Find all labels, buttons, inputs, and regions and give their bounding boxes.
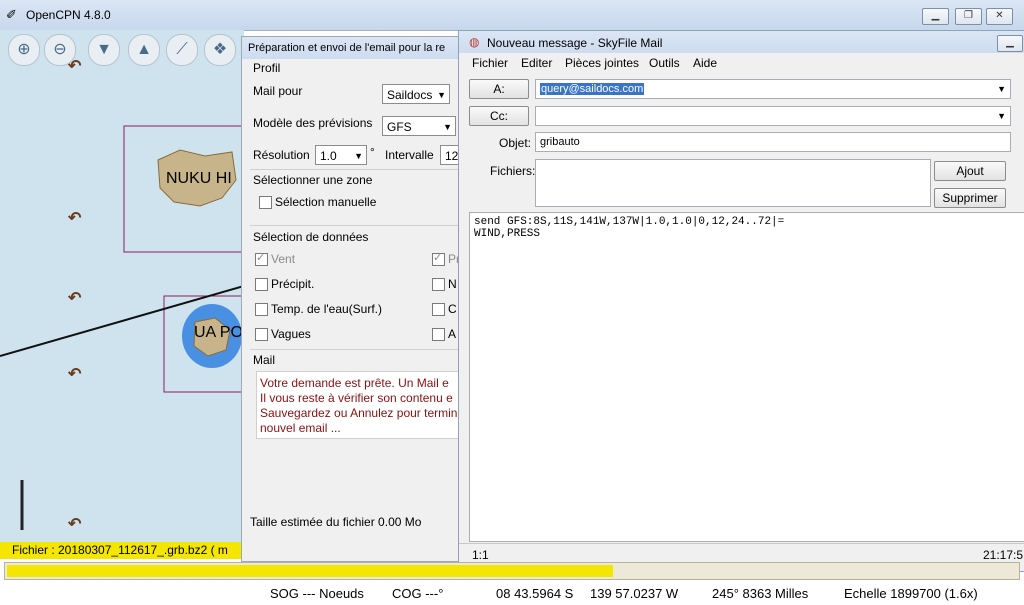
attachments-list[interactable] [535,159,931,207]
model-label: Modèle des prévisions [253,116,373,130]
wind-arrow-icon: ↶ [68,58,82,75]
sea-temp-checkbox[interactable] [255,303,268,316]
skyfile-window: ◍ Nouveau message - SkyFile Mail ▁ Fichi… [458,30,1024,572]
grib-file-label: Fichier : 20180307_112617_.grb.bz2 ( m [12,543,228,557]
map-label-nuku: NUKU HI [166,170,232,187]
data-section-label: Sélection de données [253,230,369,244]
manual-selection-label: Sélection manuelle [275,195,377,209]
grib-request-dialog: Préparation et envoi de l'email pour la … [241,36,463,562]
cc-field[interactable]: ▼ [535,106,1011,126]
dialog-title: Préparation et envoi de l'email pour la … [248,42,446,54]
precip-checkbox[interactable] [255,278,268,291]
data-checkbox-a[interactable] [432,328,445,341]
manual-selection-checkbox[interactable] [259,196,272,209]
skyfile-globe-icon: ◍ [469,35,480,49]
bearing-distance-readout: 245° 8363 Milles [712,586,809,601]
file-size-label: Taille estimée du fichier 0.00 Mo [250,515,422,529]
data-label-a: A [448,327,457,341]
cog-readout: COG ---° [392,586,444,601]
cursor-position: 1:1 [472,548,489,562]
separator [250,225,462,226]
menu-outils[interactable]: Outils [649,56,680,70]
skyfile-title: Nouveau message - SkyFile Mail [487,36,663,50]
resolution-label: Résolution [253,148,310,162]
files-label: Fichiers: [490,164,536,178]
separator [250,169,462,170]
mail-message-line: Votre demande est prête. Un Mail e [260,376,449,390]
message-body[interactable]: send GFS:8S,11S,141W,137W|1.0,1.0|0,12,2… [469,212,1024,542]
zone-section-label: Sélectionner une zone [253,173,373,187]
sog-readout: SOG --- Noeuds [270,586,364,601]
close-button[interactable]: ✕ [986,8,1013,25]
main-window-title: OpenCPN 4.8.0 [26,8,111,22]
wind-checkbox[interactable] [255,251,268,266]
data-checkbox-c[interactable] [432,303,445,316]
skyfile-minimize-button[interactable]: ▁ [997,35,1023,52]
clock-label: 21:17:5 [983,548,1024,562]
sea-temp-label: Temp. de l'eau(Surf.) [271,302,383,316]
menu-editer[interactable]: Editer [521,56,552,70]
minimize-button[interactable]: ▁ [922,8,949,25]
waves-checkbox[interactable] [255,328,268,341]
latitude-readout: 08 43.5964 S [496,586,574,601]
separator [250,349,462,350]
skyfile-titlebar: ◍ Nouveau message - SkyFile Mail ▁ [459,31,1024,53]
chart-canvas[interactable]: ⊕ ⊖ ▼ ▲ ⟋ ❖ ↶ ↶ ↶ ↶ ↶ NUKU HI UA PO [0,30,244,542]
wind-arrow-icon: ↶ [68,290,82,307]
chevron-down-icon: ▼ [997,84,1006,94]
subject-label: Objet: [499,136,532,150]
wind-arrow-icon: ↶ [68,516,82,533]
data-checkbox-n[interactable] [432,278,445,291]
to-field[interactable]: query@saildocs.com ▼ [535,79,1011,99]
mail-message-line: nouvel email ... [260,421,341,435]
mail-message-line: Sauvegardez ou Annulez pour termin [260,406,458,420]
chevron-down-icon: ▼ [997,111,1006,121]
maximize-button[interactable]: ❐ [955,8,982,25]
menu-aide[interactable]: Aide [693,56,717,70]
cc-button[interactable]: Cc: [469,106,529,126]
subject-field-value: gribauto [540,136,580,148]
chart-drawing [0,125,244,530]
resolution-unit: ° [370,145,375,159]
model-select[interactable]: GFS ▼ [382,116,456,136]
main-titlebar: ✐ OpenCPN 4.8.0 ▁ ❐ ✕ [0,0,1024,31]
menu-fichier[interactable]: Fichier [472,56,508,70]
interval-label: Intervalle [385,148,434,162]
longitude-readout: 139 57.0237 W [590,586,679,601]
to-button[interactable]: A: [469,79,529,99]
opencpn-app-icon: ✐ [6,7,17,22]
mail-message-box: Votre demande est prête. Un Mail e Il vo… [256,371,462,439]
add-attachment-button[interactable]: Ajout [934,161,1006,181]
wind-arrow-icon: ↶ [68,210,82,227]
grib-file-bar: Fichier : 20180307_112617_.grb.bz2 ( m [0,542,244,559]
mail-section-label: Mail [253,353,276,367]
message-body-line: send GFS:8S,11S,141W,137W|1.0,1.0|0,12,2… [474,216,785,228]
progress-fill [7,565,613,577]
wind-arrow-icon: ↶ [68,366,82,383]
chevron-down-icon: ▼ [437,90,446,100]
menu-pieces-jointes[interactable]: Pièces jointes [565,56,639,70]
message-body-line: WIND,PRESS [474,228,541,240]
map-label-uapou: UA PO [194,324,243,341]
data-label-n: N [448,277,457,291]
pressure-checkbox[interactable] [432,251,445,266]
mail-for-select[interactable]: Saildocs ▼ [382,84,450,104]
waves-label: Vagues [271,327,311,341]
chevron-down-icon: ▼ [443,122,452,132]
subject-field[interactable]: gribauto [535,132,1011,152]
precip-label: Précipit. [271,277,315,291]
scale-readout: Echelle 1899700 (1.6x) [844,586,978,601]
mail-for-label: Mail pour [253,84,303,98]
resolution-select[interactable]: 1.0 ▼ [315,145,367,165]
delete-attachment-button[interactable]: Supprimer [934,188,1006,208]
to-field-value: query@saildocs.com [540,83,645,95]
download-progress-bar [4,562,1020,580]
mail-message-line: Il vous reste à vérifier son contenu e [260,391,453,405]
data-label-c: C [448,302,457,316]
dialog-titlebar: Préparation et envoi de l'email pour la … [242,37,462,59]
profile-section-label: Profil [253,61,281,75]
chevron-down-icon: ▼ [354,151,363,161]
wind-label: Vent [271,252,296,266]
